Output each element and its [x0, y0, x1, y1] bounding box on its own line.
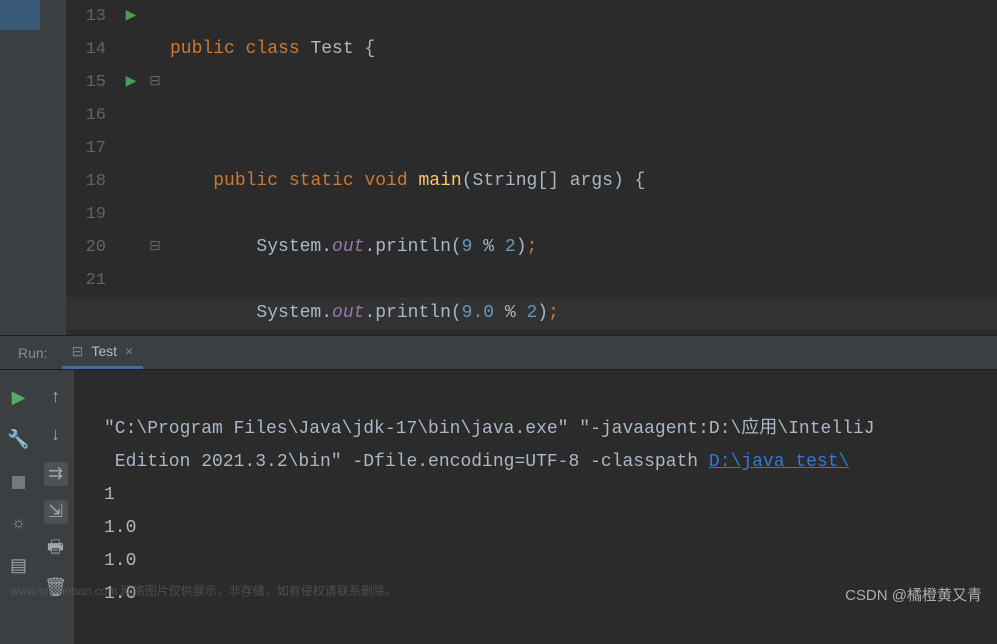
keyword: void	[364, 171, 407, 191]
edit-config-button[interactable]: 🔧	[7, 428, 31, 452]
operator: %	[494, 303, 526, 323]
console-line: 1.0	[104, 551, 136, 571]
method-name: main	[419, 171, 462, 191]
line-number[interactable]: 13	[66, 0, 106, 33]
signature: (String[] args) {	[462, 171, 646, 191]
close-tab-icon[interactable]: ×	[125, 343, 133, 359]
rerun-button[interactable]: ▶	[7, 386, 31, 410]
stop-button[interactable]	[7, 470, 31, 494]
call-prefix: System.	[256, 303, 332, 323]
keyword: public	[170, 39, 235, 59]
line-number[interactable]: 23	[66, 330, 106, 335]
editor-area: > 13 14 15 16 17 18 19 20 21 22 23 ▶	[0, 0, 997, 335]
print-button[interactable]: 🖶	[44, 538, 68, 562]
run-label: Run:	[0, 345, 62, 361]
field: out	[332, 303, 364, 323]
semicolon: ;	[527, 237, 538, 257]
line-number[interactable]: 21	[66, 264, 106, 297]
pin-icon[interactable]: ⊟	[72, 343, 84, 360]
run-tab[interactable]: ⊟ Test ×	[62, 336, 144, 369]
watermark-source: www.toymoban.com 网络图片仅供展示，非存储，如有侵权请联系删除。	[10, 582, 397, 599]
method: .println(	[364, 237, 461, 257]
run-toolbar-right: ↑ ↓ ⇉ ⇲ 🖶 🗑	[37, 370, 74, 644]
layout-button[interactable]: ▤	[7, 554, 31, 578]
console-link[interactable]: D:\java_test\	[709, 452, 849, 472]
line-number[interactable]: 14	[66, 33, 106, 66]
brace: {	[354, 39, 376, 59]
close: )	[537, 303, 548, 323]
line-number-gutter: 13 14 15 16 17 18 19 20 21 22 23	[66, 0, 116, 335]
console-line: 1	[104, 485, 115, 505]
keyword: static	[289, 171, 354, 191]
class-name: Test	[310, 39, 353, 59]
number: 2	[526, 303, 537, 323]
run-class-icon[interactable]: ▶	[116, 0, 146, 33]
down-stack-button[interactable]: ↓	[44, 424, 68, 448]
project-tool-gutter: >	[0, 0, 66, 335]
line-number[interactable]: 20	[66, 231, 106, 264]
run-main-icon[interactable]: ▶	[116, 66, 146, 99]
close: )	[516, 237, 527, 257]
number: 9.0	[462, 303, 494, 323]
fold-gutter: ⊟ ⊟ ⊟	[146, 0, 164, 335]
operator: %	[472, 237, 504, 257]
line-number[interactable]: 18	[66, 165, 106, 198]
watermark: CSDN @橘橙黄又青	[845, 584, 982, 605]
field: out	[332, 237, 364, 257]
line-number[interactable]: 15	[66, 66, 106, 99]
dump-threads-button[interactable]: ☼	[7, 512, 31, 536]
line-number[interactable]: 16	[66, 99, 106, 132]
console-cmd: Edition 2021.3.2\bin" -Dfile.encoding=UT…	[104, 452, 709, 472]
up-stack-button[interactable]: ↑	[44, 386, 68, 410]
console-cmd: "C:\Program Files\Java\jdk-17\bin\java.e…	[104, 419, 875, 439]
run-header: Run: ⊟ Test ×	[0, 336, 997, 370]
call-prefix: System.	[256, 237, 332, 257]
semicolon: ;	[548, 303, 559, 323]
tab-title: Test	[91, 343, 117, 359]
run-gutter: ▶ ▶	[116, 0, 146, 335]
editor-content[interactable]: public class Test { public static void m…	[164, 0, 997, 335]
fold-marker-icon[interactable]: ⊟	[146, 66, 164, 99]
keyword: public	[213, 171, 278, 191]
fold-close-icon[interactable]: ⊟	[146, 231, 164, 264]
number: 2	[505, 237, 516, 257]
code-editor[interactable]: 13 14 15 16 17 18 19 20 21 22 23 ▶ ▶ ⊟	[66, 0, 997, 335]
method: .println(	[364, 303, 461, 323]
number: 9	[462, 237, 473, 257]
stop-icon	[12, 476, 25, 489]
line-number[interactable]: 19	[66, 198, 106, 231]
line-number[interactable]: 17	[66, 132, 106, 165]
gutter-selection	[0, 0, 40, 30]
keyword: class	[246, 39, 300, 59]
soft-wrap-button[interactable]: ⇉	[44, 462, 68, 486]
console-line: 1.0	[104, 518, 136, 538]
scroll-end-button[interactable]: ⇲	[44, 500, 68, 524]
run-toolbar-left: ▶ 🔧 ☼ ▤	[0, 370, 37, 644]
